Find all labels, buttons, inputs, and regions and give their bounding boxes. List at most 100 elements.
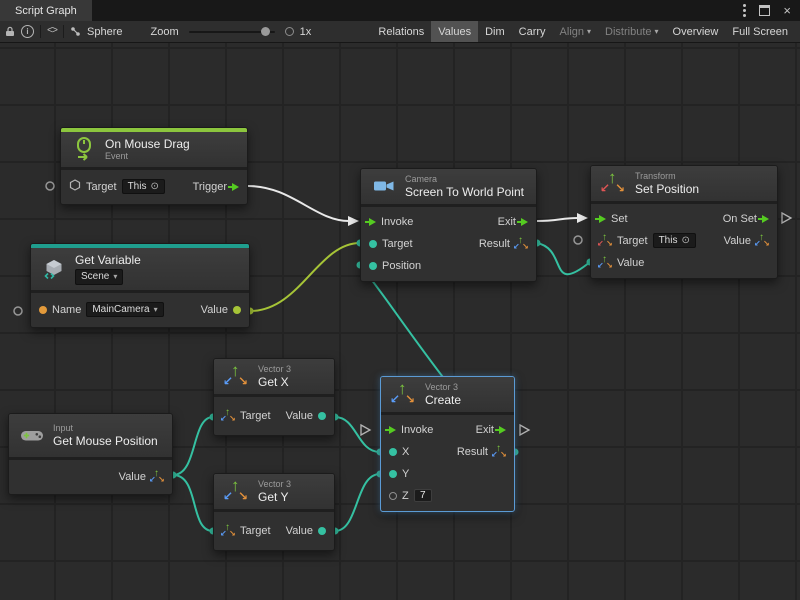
unconnected-flow-marker[interactable] (520, 425, 529, 435)
variable-scope-dropdown[interactable]: Scene ▾ (75, 269, 123, 285)
node-header: Get Variable Scene ▾ (31, 248, 249, 290)
node-header: On Mouse Drag Event (61, 132, 247, 167)
port-name-label: Name (52, 304, 81, 316)
node-subtitle: Event (105, 151, 190, 162)
node-title: Create (425, 393, 461, 407)
camera-icon (370, 179, 398, 193)
node-title: Set Position (635, 182, 699, 196)
node-set-position[interactable]: ↑↙↘ Transform Set Position Set On Set ↑↙… (590, 165, 778, 279)
vector3-icon: ↑↙↘ (223, 479, 251, 503)
control-port-arrow-icon[interactable] (369, 218, 376, 226)
wire-trigger-to-invoke[interactable] (248, 186, 349, 221)
port-on-set-label: On Set (723, 213, 757, 225)
wire-getx-to-x[interactable] (335, 417, 380, 452)
gamepad-icon (18, 428, 46, 443)
wire-mouse-to-getx[interactable] (173, 417, 213, 475)
vector3-type-icon[interactable]: ↑↙↘ (756, 235, 769, 247)
port-exit-label: Exit (476, 424, 494, 436)
object-picker-icon[interactable]: ⊙ (150, 181, 158, 192)
node-category: Vector 3 (258, 364, 291, 375)
control-port-arrow-icon[interactable] (599, 215, 606, 223)
port-value-label: Value (119, 471, 146, 483)
chevron-down-icon: ▾ (154, 305, 158, 314)
vector3-type-icon[interactable]: ↑↙↘ (599, 257, 612, 269)
port-exit-label: Exit (498, 216, 516, 228)
node-category: Vector 3 (258, 479, 291, 490)
z-port-dot[interactable] (389, 492, 397, 500)
node-title: Get Variable (75, 253, 141, 267)
vector3-type-icon[interactable]: ↑↙↘ (493, 446, 506, 458)
wire-mouse-to-gety[interactable] (173, 475, 213, 531)
wire-gety-to-y[interactable] (335, 474, 380, 531)
vector3-type-icon[interactable]: ↑↙↘ (222, 410, 235, 422)
vector3-icon: ↑↙↘ (223, 364, 251, 388)
node-category: Camera (405, 174, 524, 185)
node-title: Screen To World Point (405, 185, 524, 199)
vector3-type-icon[interactable]: ↑↙↘ (515, 238, 528, 250)
control-port-arrow-icon[interactable] (499, 426, 506, 434)
unconnected-port-marker[interactable] (14, 307, 22, 315)
target-object-field[interactable]: This ⊙ (653, 233, 696, 248)
mouse-drag-icon (70, 137, 98, 161)
node-header: ↑↙↘ Transform Set Position (591, 166, 777, 201)
node-title: Get X (258, 375, 291, 389)
z-input-field[interactable]: 7 (414, 489, 432, 502)
object-picker-icon[interactable]: ⊙ (681, 235, 689, 246)
wire-arrowhead (348, 216, 359, 226)
control-port-arrow-icon[interactable] (389, 426, 396, 434)
variable-name-dropdown[interactable]: MainCamera ▾ (86, 302, 163, 317)
value-port-dot[interactable] (318, 527, 326, 535)
vector3-type-icon[interactable]: ↑↙↘ (222, 525, 235, 537)
node-get-y[interactable]: ↑↙↘ Vector 3 Get Y ↑↙↘Target Value (213, 473, 335, 551)
wire-exit-to-set[interactable] (537, 218, 578, 221)
node-title: On Mouse Drag (105, 137, 190, 151)
control-port-arrow-icon[interactable] (232, 183, 239, 191)
port-target-label: Target (617, 235, 648, 247)
port-value-label: Value (201, 304, 228, 316)
unconnected-port-marker[interactable] (46, 182, 54, 190)
node-title: Get Y (258, 490, 291, 504)
node-header: Camera Screen To World Point (361, 169, 536, 204)
node-header: ↑↙↘ Vector 3 Create (381, 377, 514, 412)
unconnected-flow-marker[interactable] (361, 425, 370, 435)
node-vector3-create[interactable]: ↑↙↘ Vector 3 Create Invoke Exit X Result… (380, 376, 515, 512)
unconnected-flow-marker[interactable] (782, 213, 791, 223)
node-header: Input Get Mouse Position (9, 414, 172, 457)
node-get-variable[interactable]: Get Variable Scene ▾ Name MainCamera ▾ (30, 243, 250, 328)
port-z-label: Z (402, 490, 409, 502)
port-target-label: Target (382, 238, 413, 250)
port-x-label: X (402, 446, 409, 458)
port-position-label: Position (382, 260, 421, 272)
wire-variable-to-target[interactable] (250, 243, 360, 311)
x-port-dot[interactable] (389, 448, 397, 456)
control-port-arrow-icon[interactable] (762, 215, 769, 223)
unconnected-port-marker[interactable] (574, 236, 582, 244)
port-trigger-label: Trigger (193, 181, 227, 193)
node-header: ↑↙↘ Vector 3 Get Y (214, 474, 334, 509)
node-screen-to-world-point[interactable]: Camera Screen To World Point Invoke Exit… (360, 168, 537, 282)
value-port-dot[interactable] (233, 306, 241, 314)
port-value-label: Value (286, 410, 313, 422)
vector3-type-icon[interactable]: ↑↙↘ (151, 471, 164, 483)
script-graph-window: Script Graph × i <> Sphere Zoom 1x Relat… (0, 0, 800, 600)
port-y-label: Y (402, 468, 409, 480)
node-get-x[interactable]: ↑↙↘ Vector 3 Get X ↑↙↘Target Value (213, 358, 335, 436)
chevron-down-icon: ▾ (113, 272, 117, 281)
port-target-label: Target (240, 525, 271, 537)
control-port-arrow-icon[interactable] (521, 218, 528, 226)
wire-result-to-value[interactable] (537, 243, 590, 274)
node-header: ↑↙↘ Vector 3 Get X (214, 359, 334, 394)
port-target-label: Target (86, 181, 117, 193)
hexagon-type-icon (69, 179, 81, 194)
position-port-dot[interactable] (369, 262, 377, 270)
string-port-dot[interactable] (39, 306, 47, 314)
port-result-label: Result (457, 446, 488, 458)
value-port-dot[interactable] (318, 412, 326, 420)
target-port-dot[interactable] (369, 240, 377, 248)
target-object-field[interactable]: This ⊙ (122, 179, 165, 194)
node-on-mouse-drag[interactable]: On Mouse Drag Event Target This ⊙ Trigge… (60, 127, 248, 205)
transform-type-icon[interactable]: ↑↙↘ (599, 235, 612, 247)
node-get-mouse-position[interactable]: Input Get Mouse Position Value ↑↙↘ (8, 413, 173, 495)
wire-arrowhead (577, 213, 588, 223)
y-port-dot[interactable] (389, 470, 397, 478)
